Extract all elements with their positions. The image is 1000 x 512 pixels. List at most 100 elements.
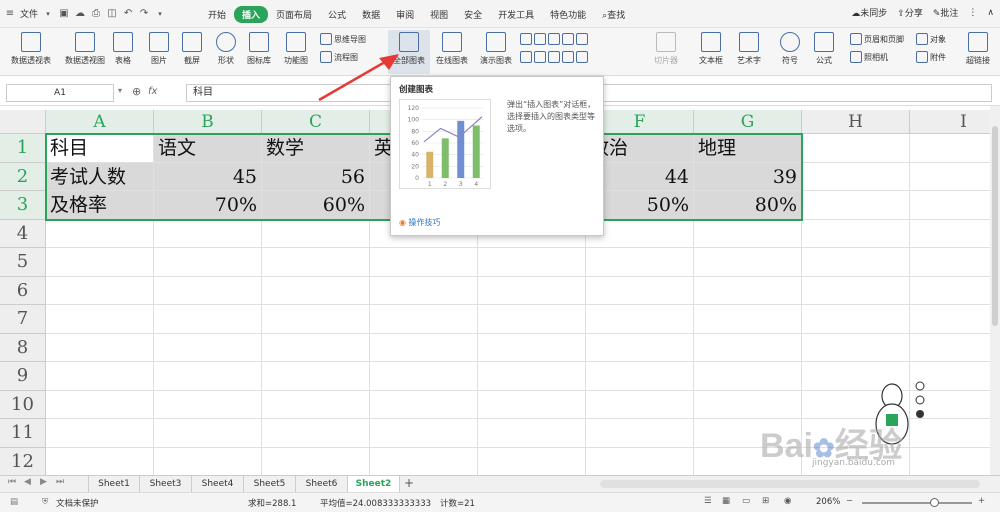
select-all-corner[interactable] bbox=[0, 110, 46, 134]
cloud-icon[interactable]: ☁ bbox=[74, 8, 86, 20]
document-icon[interactable]: ▤ bbox=[10, 497, 18, 507]
grid-cell[interactable] bbox=[46, 362, 154, 391]
grid-cell[interactable] bbox=[262, 390, 370, 419]
grid-cell[interactable] bbox=[262, 362, 370, 391]
row-header[interactable]: 5 bbox=[0, 248, 46, 277]
column-header[interactable]: I bbox=[910, 110, 990, 134]
row-header[interactable]: 8 bbox=[0, 333, 46, 362]
column-header[interactable]: B bbox=[154, 110, 262, 134]
grid-cell[interactable] bbox=[262, 276, 370, 305]
protect-status[interactable]: 文档未保护 bbox=[56, 497, 99, 509]
zoom-slider[interactable] bbox=[862, 502, 972, 504]
grid-cell[interactable] bbox=[370, 333, 478, 362]
hyperlink-button[interactable]: 超链接 bbox=[960, 30, 996, 74]
fx-label[interactable]: fx bbox=[148, 86, 157, 97]
grid-cell[interactable] bbox=[154, 447, 262, 475]
grid-cell[interactable] bbox=[478, 390, 586, 419]
grid-cell[interactable] bbox=[262, 447, 370, 475]
equation-button[interactable]: 公式 bbox=[810, 30, 838, 74]
grid-cell[interactable] bbox=[910, 220, 990, 248]
prev-sheet-icon[interactable]: ◀ bbox=[24, 477, 31, 487]
page-break-icon[interactable]: ⊞ bbox=[762, 496, 769, 506]
grid-cell[interactable] bbox=[694, 305, 802, 334]
grid-cell[interactable] bbox=[154, 305, 262, 334]
icon-library-button[interactable]: 图标库 bbox=[244, 30, 274, 74]
row-header[interactable]: 10 bbox=[0, 390, 46, 419]
sheet-tab[interactable]: Sheet1 bbox=[88, 476, 140, 492]
grid-cell[interactable] bbox=[262, 248, 370, 277]
grid-cell[interactable] bbox=[586, 248, 694, 277]
grid-cell[interactable]: 39 bbox=[694, 162, 802, 191]
normal-view-icon[interactable]: ☰ bbox=[704, 496, 712, 506]
grid-cell[interactable] bbox=[262, 305, 370, 334]
wordart-button[interactable]: 艺术字 bbox=[732, 30, 766, 74]
undo-icon[interactable]: ↶ bbox=[122, 8, 134, 20]
tab-developer[interactable]: 开发工具 bbox=[490, 6, 542, 23]
zoom-out-icon[interactable]: − bbox=[846, 496, 853, 506]
chart-types-row-1[interactable] bbox=[520, 32, 588, 46]
grid-cell[interactable] bbox=[154, 219, 262, 248]
sync-status[interactable]: ☁未同步 bbox=[851, 6, 887, 19]
grid-cell[interactable] bbox=[154, 390, 262, 419]
sheet-tab[interactable]: Sheet6 bbox=[296, 476, 348, 492]
grid-cell[interactable] bbox=[262, 419, 370, 448]
grid-cell[interactable] bbox=[802, 333, 910, 362]
column-header[interactable]: G bbox=[694, 110, 802, 134]
chevron-down-icon[interactable]: ▾ bbox=[42, 8, 54, 20]
tab-formulas[interactable]: 公式 bbox=[320, 6, 354, 23]
grid-cell[interactable]: 56 bbox=[262, 162, 370, 191]
grid-cell[interactable] bbox=[910, 248, 990, 277]
sheet-tab[interactable]: Sheet4 bbox=[192, 476, 244, 492]
grid-cell[interactable] bbox=[802, 134, 910, 163]
page-view-icon[interactable]: ▭ bbox=[742, 496, 750, 506]
tab-security[interactable]: 安全 bbox=[456, 6, 490, 23]
grid-cell[interactable] bbox=[694, 362, 802, 391]
grid-cell[interactable] bbox=[46, 419, 154, 448]
grid-cell[interactable] bbox=[586, 447, 694, 475]
grid-cell[interactable] bbox=[910, 163, 990, 191]
grid-cell[interactable] bbox=[46, 390, 154, 419]
share-button[interactable]: ⇪分享 bbox=[897, 6, 923, 19]
redo-icon[interactable]: ↷ bbox=[138, 8, 150, 20]
grid-cell[interactable] bbox=[46, 305, 154, 334]
zoom-level[interactable]: 206% bbox=[816, 497, 840, 507]
picture-button[interactable]: 图片 bbox=[144, 30, 174, 74]
row-header[interactable]: 4 bbox=[0, 219, 46, 248]
grid-cell[interactable] bbox=[370, 419, 478, 448]
grid-cell[interactable]: 80% bbox=[694, 191, 802, 220]
row-header[interactable]: 2 bbox=[0, 162, 46, 191]
grid-cell[interactable] bbox=[478, 362, 586, 391]
grid-cell[interactable] bbox=[478, 276, 586, 305]
tips-link[interactable]: ◉ 操作技巧 bbox=[399, 217, 441, 228]
grid-cell[interactable] bbox=[154, 248, 262, 277]
zoom-in-icon[interactable]: + bbox=[978, 496, 985, 506]
grid-cell[interactable]: 45 bbox=[154, 162, 262, 191]
row-header[interactable]: 6 bbox=[0, 276, 46, 305]
next-sheet-icon[interactable]: ▶ bbox=[40, 477, 47, 487]
grid-cell[interactable] bbox=[910, 334, 990, 362]
grid-cell[interactable]: 及格率 bbox=[46, 191, 154, 220]
grid-cell[interactable] bbox=[46, 276, 154, 305]
textbox-button[interactable]: 文本框 bbox=[694, 30, 728, 74]
function-chart-button[interactable]: 功能图 bbox=[278, 30, 314, 74]
horizontal-scrollbar[interactable] bbox=[600, 480, 980, 488]
grid-cell[interactable] bbox=[910, 277, 990, 305]
pivot-chart-button[interactable]: 数据透视图 bbox=[60, 30, 110, 74]
grid-cell[interactable] bbox=[370, 305, 478, 334]
grid-cell[interactable] bbox=[694, 333, 802, 362]
shapes-button[interactable]: 形状 bbox=[210, 30, 242, 74]
grid-cell[interactable] bbox=[154, 362, 262, 391]
row-header[interactable]: 9 bbox=[0, 362, 46, 391]
column-header[interactable]: A bbox=[46, 110, 154, 134]
grid-cell[interactable] bbox=[46, 447, 154, 475]
table-button[interactable]: 表格 bbox=[112, 30, 134, 74]
grid-cell[interactable] bbox=[478, 305, 586, 334]
grid-cell[interactable]: 考试人数 bbox=[46, 162, 154, 191]
row-header[interactable]: 12 bbox=[0, 447, 46, 475]
slicer-button[interactable]: 切片器 bbox=[650, 30, 682, 74]
grid-cell[interactable] bbox=[154, 276, 262, 305]
mindmap-button[interactable]: 思维导图 bbox=[320, 32, 366, 46]
grid-cell[interactable]: 科目 bbox=[46, 134, 154, 163]
collapse-icon[interactable]: ∧ bbox=[987, 8, 994, 18]
grid-cell[interactable] bbox=[802, 305, 910, 334]
